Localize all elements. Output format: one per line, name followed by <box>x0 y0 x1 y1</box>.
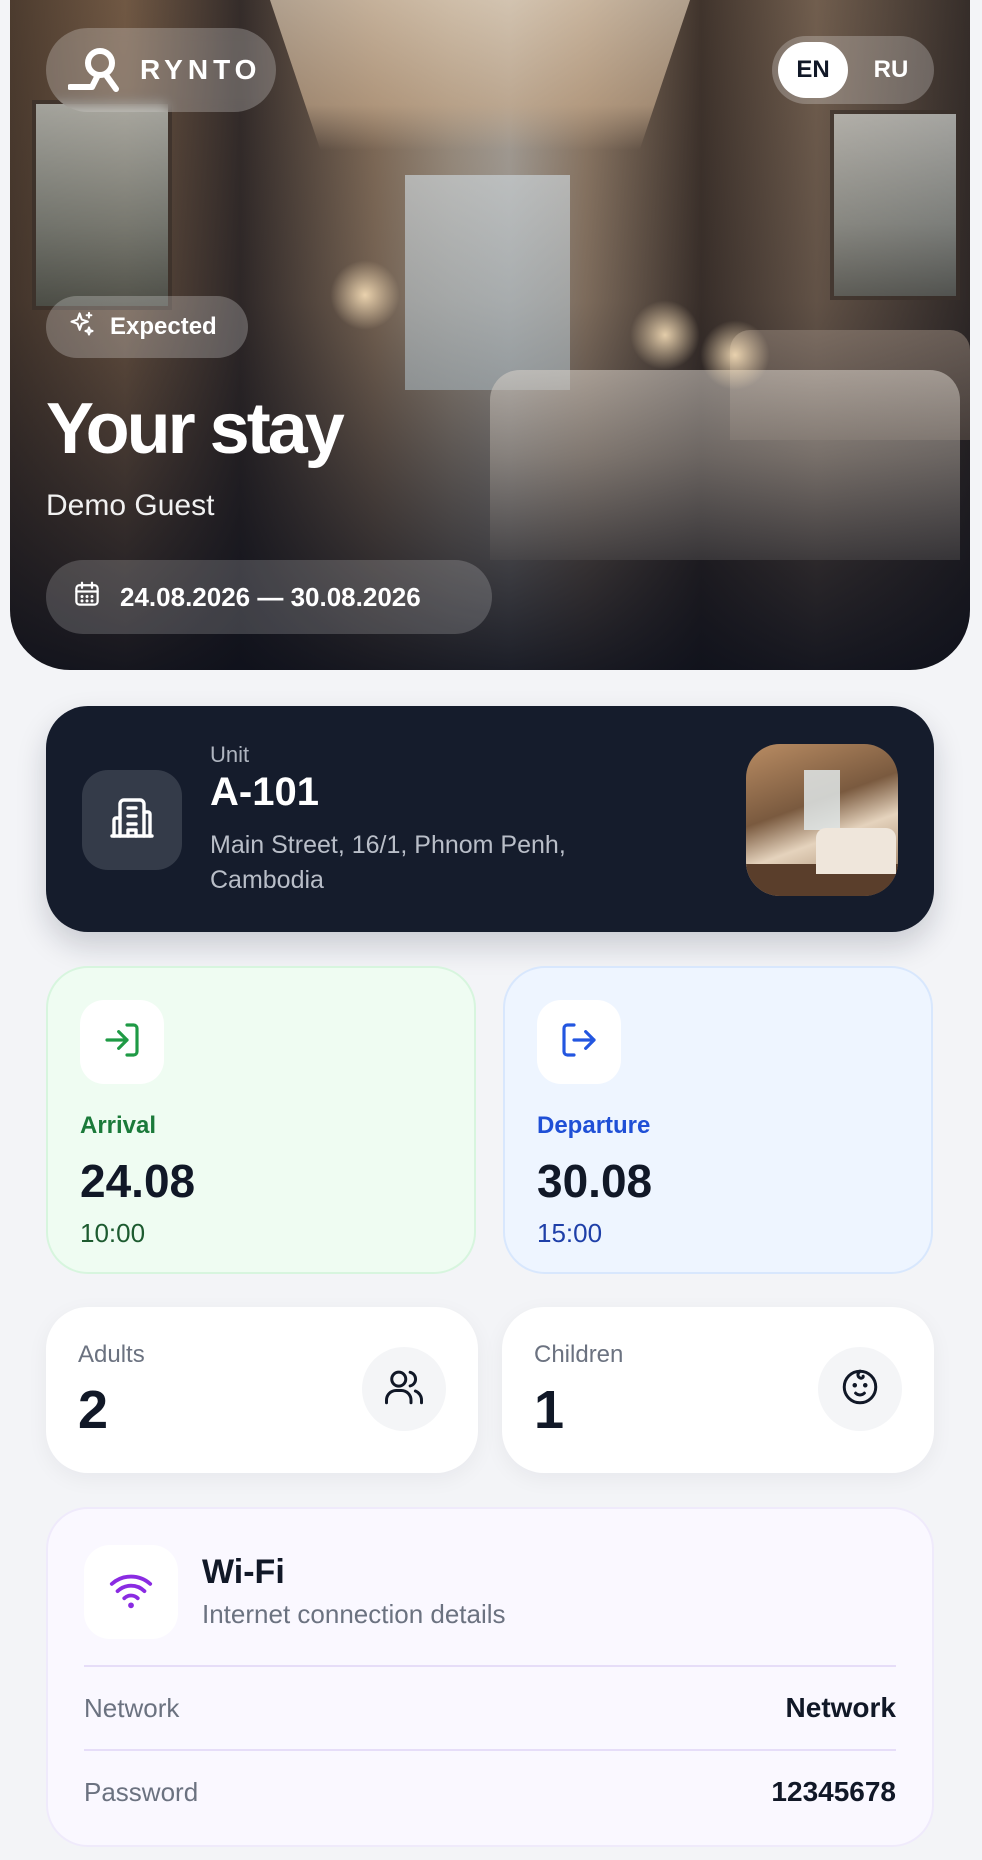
hero-photo-lamp <box>700 320 770 390</box>
children-label: Children <box>534 1341 624 1368</box>
brand-badge[interactable]: RYNTO <box>46 28 276 112</box>
departure-time: 15:00 <box>537 1218 603 1248</box>
adults-card: Adults 2 <box>46 1307 478 1473</box>
hero-photo-ceiling <box>270 0 690 150</box>
unit-label: Unit <box>210 742 250 767</box>
arrival-icon-box <box>80 1000 164 1084</box>
wifi-password-row[interactable]: Password 12345678 <box>84 1749 896 1833</box>
wifi-title: Wi-Fi <box>202 1553 285 1591</box>
adults-count: 2 <box>78 1380 109 1440</box>
arrival-card: Arrival 24.08 10:00 <box>46 966 476 1274</box>
wifi-subtitle: Internet connection details <box>202 1599 506 1629</box>
page-title: Your stay <box>46 389 345 469</box>
hero-photo-lamp <box>630 300 700 370</box>
hero-photo-bed <box>490 370 960 560</box>
children-card: Children 1 <box>502 1307 934 1473</box>
language-option-ru[interactable]: RU <box>856 42 926 98</box>
log-out-icon <box>559 1020 599 1065</box>
baby-icon <box>839 1366 881 1413</box>
hero-photo-painting <box>32 100 172 310</box>
status-badge: Expected <box>46 296 248 358</box>
wifi-password-label: Password <box>84 1776 199 1807</box>
arrival-label: Arrival <box>80 1112 157 1139</box>
departure-date: 30.08 <box>537 1155 653 1207</box>
sparkles-icon <box>68 310 96 345</box>
users-icon <box>383 1366 425 1413</box>
brand-name: RYNTO <box>140 54 262 85</box>
log-in-icon <box>102 1020 142 1065</box>
children-icon-box <box>818 1347 902 1431</box>
wifi-card: Wi-Fi Internet connection details Networ… <box>46 1507 934 1847</box>
stay-dates-text: 24.08.2026 — 30.08.2026 <box>120 581 421 612</box>
departure-label: Departure <box>537 1112 651 1139</box>
arrival-date: 24.08 <box>80 1155 196 1207</box>
children-count: 1 <box>534 1380 565 1440</box>
unit-photo-window <box>804 770 840 830</box>
adults-icon-box <box>362 1347 446 1431</box>
wifi-network-value[interactable]: Network <box>786 1692 896 1724</box>
calendar-icon <box>72 579 102 616</box>
wifi-network-label: Network <box>84 1692 180 1723</box>
unit-name: A-101 <box>210 770 319 814</box>
rynto-logo-icon <box>67 45 124 95</box>
wifi-icon-box <box>84 1545 178 1639</box>
wifi-icon <box>108 1567 154 1618</box>
departure-card: Departure 30.08 15:00 <box>503 966 933 1274</box>
status-label: Expected <box>110 313 217 340</box>
arrival-time: 10:00 <box>80 1218 146 1248</box>
departure-icon-box <box>537 1000 621 1084</box>
wifi-password-value[interactable]: 12345678 <box>771 1776 896 1808</box>
unit-photo-bed <box>816 828 896 874</box>
unit-card[interactable]: Unit A-101 Main Street, 16/1, Phnom Penh… <box>46 706 934 932</box>
language-option-en[interactable]: EN <box>778 42 848 98</box>
unit-address: Main Street, 16/1, Phnom Penh, Cambodia <box>210 831 566 894</box>
language-switch: EN RU <box>772 36 934 104</box>
building-icon-box <box>82 770 182 870</box>
building-icon <box>108 794 156 847</box>
unit-photo[interactable] <box>746 744 898 896</box>
guest-name: Demo Guest <box>46 489 215 522</box>
wifi-network-row[interactable]: Network Network <box>84 1665 896 1749</box>
hero-photo-painting <box>830 110 960 300</box>
hero-photo-lamp <box>330 260 400 330</box>
adults-label: Adults <box>78 1341 145 1368</box>
hero-photo-window <box>405 175 570 390</box>
stay-dates: 24.08.2026 — 30.08.2026 <box>46 560 492 634</box>
